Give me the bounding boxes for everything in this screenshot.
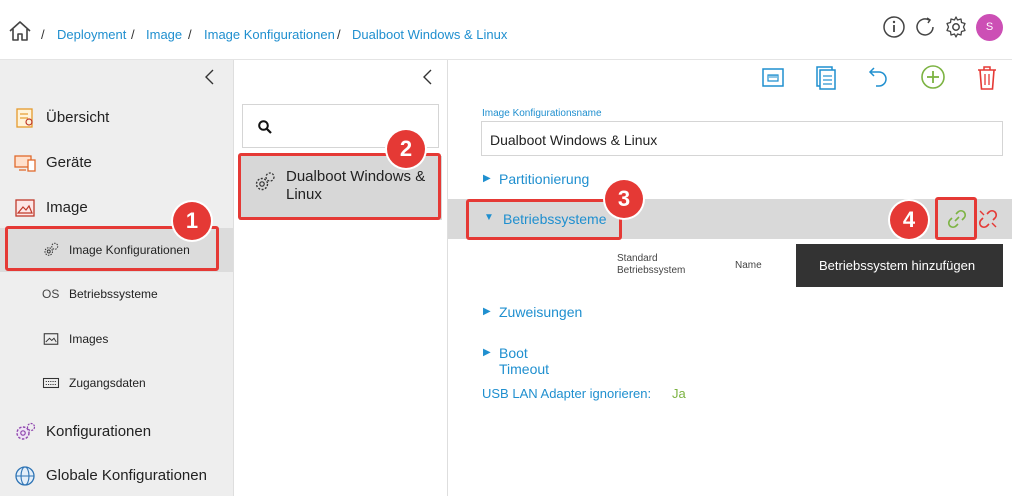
- usb-lan-adapter-label: USB LAN Adapter ignorieren:: [482, 386, 652, 401]
- column-header-default-os: Standard Betriebssystem: [617, 253, 686, 276]
- section-label: Zuweisungen: [499, 304, 583, 320]
- refresh-icon[interactable]: [913, 15, 937, 39]
- tooltip-add-os: Betriebssystem hinzufügen: [796, 244, 1003, 287]
- gear-icon[interactable]: [944, 15, 968, 39]
- sidebar-item-label: Betriebssysteme: [69, 287, 158, 301]
- trash-icon[interactable]: [974, 64, 1000, 92]
- overview-icon: [16, 108, 33, 128]
- sidebar-item-label: Images: [69, 332, 109, 346]
- sidebar-item-label: Geräte: [46, 154, 92, 171]
- caret-right-icon: ▶: [483, 306, 491, 317]
- breadcrumb-image-configurations[interactable]: Image Konfigurationen: [204, 27, 335, 42]
- global-configurations-icon: [15, 466, 35, 486]
- sidebar-item-overview[interactable]: Übersicht: [0, 103, 233, 133]
- sidebar-item-devices[interactable]: Geräte: [0, 148, 233, 178]
- sidebar: Übersicht Geräte Image Image Konfigurati…: [0, 60, 233, 496]
- sidebar-item-credentials[interactable]: Zugangsdaten: [0, 361, 233, 405]
- breadcrumb-deployment[interactable]: Deployment: [57, 27, 126, 42]
- sidebar-item-label: Globale Konfigurationen: [46, 467, 207, 484]
- breadcrumb-separator: /: [41, 27, 45, 42]
- image-icon: [15, 199, 35, 217]
- sidebar-item-images[interactable]: Images: [0, 317, 233, 361]
- highlight-box-3: [466, 199, 622, 240]
- section-label: Partitionierung: [499, 171, 590, 187]
- breadcrumb-separator: /: [337, 27, 341, 42]
- breadcrumb-separator: /: [131, 27, 135, 42]
- annotation-badge-1: 1: [173, 202, 211, 240]
- copy-document-icon[interactable]: [812, 64, 838, 92]
- user-avatar[interactable]: S: [976, 14, 1003, 41]
- sidebar-item-configurations[interactable]: Konfigurationen: [0, 417, 233, 447]
- annotation-badge-4: 4: [890, 201, 928, 239]
- highlight-box-4: [935, 197, 977, 240]
- app-header: / Deployment / Image / Image Konfigurati…: [0, 0, 1012, 60]
- chevron-left-icon[interactable]: [418, 67, 438, 87]
- breadcrumb-image[interactable]: Image: [146, 27, 182, 42]
- breadcrumb-current: Dualboot Windows & Linux: [352, 27, 508, 42]
- column-header-name: Name: [735, 260, 762, 271]
- info-icon[interactable]: [882, 15, 906, 39]
- sidebar-item-label: Zugangsdaten: [69, 376, 146, 390]
- sidebar-item-label: Übersicht: [46, 109, 110, 126]
- usb-lan-adapter-value: Ja: [672, 386, 686, 401]
- annotation-badge-3: 3: [605, 180, 643, 218]
- annotation-badge-2: 2: [387, 130, 425, 168]
- sidebar-item-label: Konfigurationen: [46, 423, 152, 440]
- unlink-icon[interactable]: [976, 207, 1000, 231]
- section-label: Boot Timeout: [499, 345, 550, 377]
- sidebar-item-label: Image: [46, 199, 88, 216]
- os-icon: OS: [42, 287, 60, 301]
- keyboard-icon: [42, 377, 60, 389]
- chevron-left-icon[interactable]: [200, 67, 220, 87]
- devices-icon: [14, 155, 36, 172]
- configurations-icon: [16, 422, 36, 440]
- sidebar-item-operating-systems[interactable]: OS Betriebssysteme: [0, 272, 233, 316]
- caret-right-icon: ▶: [483, 347, 491, 358]
- caret-right-icon: ▶: [483, 173, 491, 184]
- home-icon[interactable]: [8, 19, 32, 43]
- search-icon: [258, 120, 272, 134]
- sidebar-item-global-configurations[interactable]: Globale Konfigurationen: [0, 461, 233, 491]
- configuration-name-label: Image Konfigurationsname: [482, 108, 602, 119]
- picture-icon: [43, 333, 59, 345]
- configuration-list-panel: Dualboot Windows & Linux: [234, 60, 448, 496]
- add-icon[interactable]: [920, 64, 946, 92]
- configuration-name-input[interactable]: Dualboot Windows & Linux: [481, 121, 1003, 156]
- undo-icon[interactable]: [866, 64, 892, 92]
- network-port-icon[interactable]: [760, 64, 786, 92]
- breadcrumb-separator: /: [188, 27, 192, 42]
